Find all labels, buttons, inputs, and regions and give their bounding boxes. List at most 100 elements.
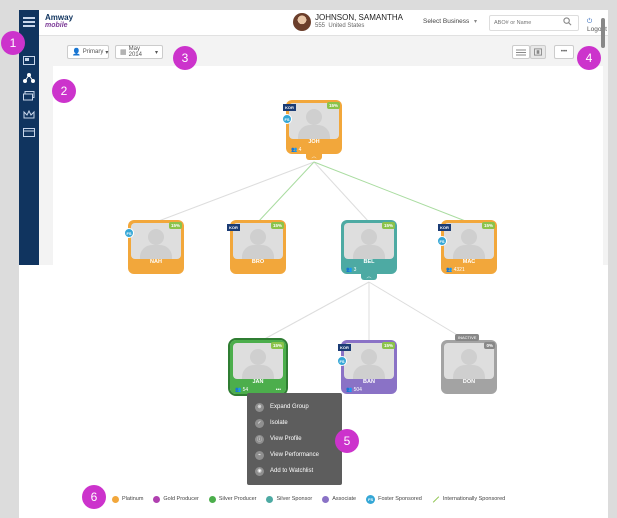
line-swatch: [432, 495, 440, 503]
legend-label: Foster Sponsored: [378, 496, 422, 502]
chevron-down-icon: ▾: [105, 49, 109, 56]
legend-label: Platinum: [122, 496, 144, 502]
menu-item-label: Isolate: [270, 420, 288, 426]
chevron-down-icon: ▾: [154, 49, 158, 56]
period-label: May 2014: [128, 46, 142, 58]
downline-count: 👥 4: [291, 147, 301, 153]
foster-sponsored-badge: FS: [124, 228, 134, 238]
legend-item-associate: Associate: [322, 495, 356, 503]
menu-item-view-profile[interactable]: ⓘ View Profile: [247, 431, 342, 447]
downline-count: 👥 4321: [446, 267, 465, 273]
callout-2: 2: [52, 79, 76, 103]
menu-item-label: Expand Group: [270, 404, 309, 410]
lineage-label: Primary: [82, 49, 104, 55]
more-options-button[interactable]: •••: [554, 45, 574, 59]
node-don[interactable]: INACTIVE 0% DON: [441, 334, 497, 394]
legend-item-gold-producer: Gold Producer: [153, 495, 199, 503]
legend-item-platinum: Platinum: [112, 495, 144, 503]
legend-label: Internationally Sponsored: [442, 496, 506, 502]
profile-icon: ⓘ: [255, 434, 264, 444]
calendar-icon: ▦: [120, 49, 127, 56]
people-icon: 👥: [346, 267, 353, 273]
performance-icon: ⌁: [255, 450, 264, 460]
node-name: BAN: [363, 379, 375, 385]
period-dropdown[interactable]: ▦ May 2014 ▾: [115, 45, 163, 59]
avatar[interactable]: [293, 13, 311, 31]
node-joh[interactable]: KOR FS 15% JOH 👥 4 ︿: [282, 100, 342, 160]
node-name: BEL: [363, 259, 375, 265]
percent-badge: 15%: [481, 222, 495, 229]
percent-badge: 15%: [381, 342, 395, 349]
downline-count-value: 54: [242, 387, 249, 393]
kor-badge: KOR: [227, 224, 240, 231]
node-name: BRO: [251, 259, 265, 265]
legend-item-silver-producer: Silver Producer: [208, 495, 256, 503]
lineage-dropdown[interactable]: 👤 Primary ▾: [67, 45, 109, 59]
org-chart-icon[interactable]: [22, 72, 36, 84]
legend-swatch: [266, 495, 274, 503]
people-icon: 👥: [446, 267, 453, 273]
list-view-button[interactable]: [512, 45, 530, 59]
node-name: JOH: [308, 139, 320, 145]
node-name: JAN: [252, 379, 264, 385]
list-icon: [516, 49, 526, 55]
foster-sponsored-badge: FS: [282, 114, 292, 124]
chevron-down-icon[interactable]: ▾: [474, 18, 477, 25]
node-mac[interactable]: KOR FS 15% MAC 👥 4321: [437, 220, 497, 274]
downline-count-value: 3: [353, 267, 357, 273]
foster-sponsored-badge: FS: [437, 236, 447, 246]
logo-text: Amway: [45, 13, 74, 22]
legend-swatch: [112, 495, 119, 503]
stack-icon[interactable]: [22, 90, 36, 102]
tree-view-icon: [534, 48, 542, 56]
downline-count: 👥 3: [346, 267, 356, 273]
inactive-badge: INACTIVE: [455, 334, 480, 341]
eye-icon: ◉: [255, 466, 264, 476]
menu-item-view-performance[interactable]: ⌁ View Performance: [247, 447, 342, 463]
person-icon: 👤: [72, 49, 81, 56]
callout-6: 6: [82, 485, 106, 509]
calendar-icon[interactable]: [22, 126, 36, 138]
crown-icon[interactable]: [22, 108, 36, 120]
callout-1: 1: [1, 31, 25, 55]
people-icon: 👥: [235, 387, 242, 393]
user-meta: 555 United States: [315, 23, 364, 29]
collapse-toggle-icon[interactable]: ︿: [306, 154, 322, 160]
legend-item-foster-sponsored: FS Foster Sponsored: [366, 494, 422, 504]
tree-view-button[interactable]: [530, 45, 546, 59]
node-bel[interactable]: 15% BEL 👥 3 ︿: [341, 220, 397, 280]
node-jan[interactable]: 15% JAN 👥 54 •••: [228, 338, 288, 396]
node-name: DON: [462, 379, 476, 385]
legend-item-silver-sponsor: Silver Sponsor: [266, 495, 312, 503]
node-name: MAC: [462, 259, 476, 265]
menu-item-label: View Performance: [270, 452, 319, 458]
business-select[interactable]: Select Business: [423, 18, 469, 25]
node-bro[interactable]: KOR 15% BRO: [227, 220, 286, 274]
node-ban[interactable]: KOR FS 15% BAN 👥 504: [337, 340, 397, 394]
people-icon: 👥: [291, 147, 298, 153]
callout-5: 5: [335, 429, 359, 453]
search-icon[interactable]: [563, 17, 572, 26]
scrollbar[interactable]: [601, 18, 605, 48]
amway-logo: Amway mobile: [45, 14, 73, 30]
callout-3: 3: [173, 46, 197, 70]
node-context-menu: ⊕ Expand Group ✓ Isolate ⓘ View Profile ⌁ Vi…: [247, 393, 342, 485]
legend-swatch: [322, 495, 330, 503]
legend-swatch: [153, 495, 161, 503]
foster-sponsored-badge: FS: [366, 494, 376, 504]
people-icon: 👥: [346, 387, 353, 393]
menu-item-add-to-watchlist[interactable]: ◉ Add to Watchlist: [247, 463, 342, 479]
legend: Platinum Gold Producer Silver Producer S…: [112, 493, 515, 505]
card-icon[interactable]: [22, 54, 36, 66]
downline-count-value: 4: [298, 147, 302, 153]
kor-badge: KOR: [438, 224, 451, 231]
node-nah[interactable]: FS 15% NAH: [124, 220, 184, 274]
menu-item-isolate[interactable]: ✓ Isolate: [247, 415, 342, 431]
user-country: United States: [328, 23, 365, 29]
percent-badge: 15%: [270, 222, 284, 229]
hamburger-menu-icon[interactable]: [22, 16, 36, 28]
collapse-toggle-icon[interactable]: ︿: [361, 274, 377, 280]
top-bar: Amway mobile JOHNSON, SAMANTHA 555 Unite…: [39, 10, 608, 36]
downline-count-value: 4321: [453, 267, 465, 273]
menu-item-expand-group[interactable]: ⊕ Expand Group: [247, 399, 342, 415]
